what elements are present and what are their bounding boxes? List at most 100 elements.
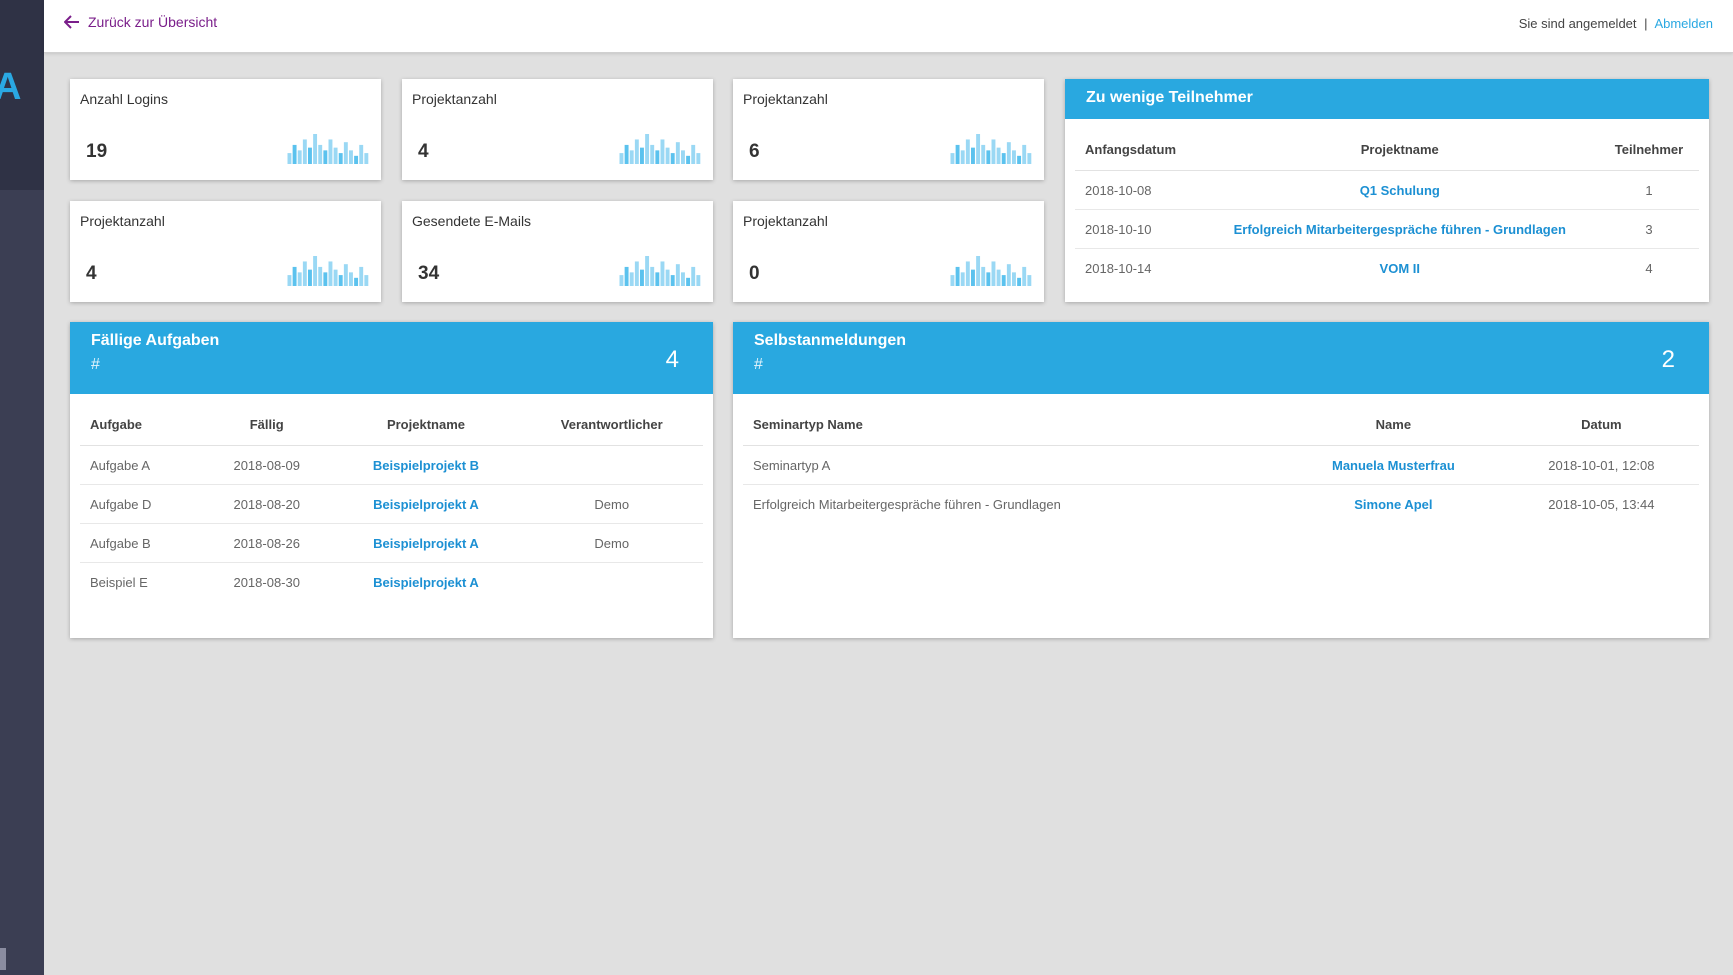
col-header-start-date[interactable]: Anfangsdatum	[1075, 128, 1201, 171]
sparkline-bar	[640, 269, 644, 286]
sparkline-bar	[675, 264, 680, 286]
sparkline-bar	[981, 144, 986, 164]
person-link[interactable]: Simone Apel	[1283, 485, 1504, 524]
sparkline-bar	[323, 272, 328, 286]
sparkline-bar	[328, 261, 333, 286]
project-link[interactable]: VOM II	[1201, 249, 1599, 288]
sparkline-bar	[1027, 153, 1032, 164]
sparkline-bar	[1022, 266, 1027, 286]
stat-card-projects-4: Projektanzahl 0	[733, 201, 1044, 302]
sparkline-bar	[287, 275, 292, 286]
table-header-row: Aufgabe Fällig Projektname Verantwortlic…	[80, 403, 703, 446]
person-link[interactable]: Manuela Musterfrau	[1283, 445, 1504, 485]
table-row: 2018-10-08 Q1 Schulung 1	[1075, 170, 1699, 210]
sparkline-icon	[619, 256, 701, 286]
start-date: 2018-10-14	[1085, 260, 1152, 276]
sparkline-bar	[338, 153, 343, 164]
col-header-project[interactable]: Projektname	[331, 403, 521, 446]
table-row: Seminartyp A Manuela Musterfrau 2018-10-…	[743, 445, 1699, 485]
sparkline-bar	[1022, 144, 1027, 164]
table-row: 2018-10-14 VOM II 4	[1075, 249, 1699, 288]
task-name: Aufgabe D	[80, 484, 202, 524]
sparkline-bar	[624, 266, 629, 286]
col-header-participants[interactable]: Teilnehmer	[1599, 128, 1699, 171]
stat-value: 0	[749, 263, 760, 284]
table-header-row: Anfangsdatum Projektname Teilnehmer	[1075, 128, 1699, 171]
sparkline-bar	[691, 266, 696, 286]
sparkline-bar	[292, 266, 297, 286]
sparkline-bar	[308, 147, 312, 164]
col-header-name[interactable]: Name	[1283, 403, 1504, 446]
stat-card-emails: Gesendete E-Mails 34	[402, 201, 713, 302]
sparkline-icon	[950, 256, 1032, 286]
sparkline-bar	[634, 261, 639, 286]
col-header-date[interactable]: Datum	[1503, 403, 1699, 446]
sparkline-bar	[986, 150, 991, 164]
col-header-task[interactable]: Aufgabe	[80, 403, 202, 446]
sparkline-bar	[1017, 277, 1022, 286]
sparkline-bar	[681, 272, 685, 286]
sparkline-bar	[986, 272, 991, 286]
task-name: Aufgabe B	[80, 523, 202, 563]
project-link[interactable]: Beispielprojekt A	[331, 484, 521, 524]
back-to-overview-link[interactable]: Zurück zur Übersicht	[64, 14, 217, 30]
table-header-row: Seminartyp Name Name Datum	[743, 403, 1699, 446]
project-link[interactable]: Beispielprojekt B	[331, 445, 521, 485]
status-separator: |	[1644, 16, 1648, 31]
table-row: 2018-10-10 Erfolgreich Mitarbeitergesprä…	[1075, 209, 1699, 249]
col-header-owner[interactable]: Verantwortlicher	[520, 403, 703, 446]
stat-card-projects-3: Projektanzahl 4	[70, 201, 381, 302]
sparkline-bar	[1017, 155, 1022, 164]
sparkline-bar	[991, 139, 996, 164]
sparkline-icon	[950, 134, 1032, 164]
sparkline-bar	[364, 153, 369, 164]
sparkline-bar	[364, 275, 369, 286]
stat-value: 6	[749, 141, 760, 162]
sparkline-bar	[354, 277, 359, 286]
stat-card-projects-2: Projektanzahl 6	[733, 79, 1044, 180]
task-count: 4	[665, 346, 679, 373]
participant-count: 4	[1645, 260, 1653, 276]
logout-link[interactable]: Abmelden	[1654, 16, 1713, 31]
stat-value: 4	[86, 263, 97, 284]
stat-label: Gesendete E-Mails	[412, 213, 532, 229]
due-tasks-panel: Fällige Aufgaben # 4 Aufgabe Fällig Proj…	[70, 322, 713, 638]
sparkline-bar	[313, 134, 318, 164]
sparkline-bar	[640, 147, 644, 164]
sparkline-bar	[338, 275, 343, 286]
sparkline-bar	[302, 261, 307, 286]
panel-header: Selbstanmeldungen # 2	[733, 322, 1709, 394]
sparkline-bar	[349, 150, 353, 164]
sparkline-bar	[686, 155, 691, 164]
app-logo[interactable]: A	[0, 68, 21, 106]
start-date: 2018-10-10	[1075, 209, 1201, 249]
sidebar-toggle-handle[interactable]	[0, 948, 6, 970]
sparkline-bar	[675, 142, 680, 164]
col-header-project-name[interactable]: Projektname	[1200, 128, 1599, 171]
col-header-due[interactable]: Fällig	[201, 403, 332, 446]
col-header-seminar-type[interactable]: Seminartyp Name	[743, 403, 1283, 446]
project-link[interactable]: Q1 Schulung	[1200, 170, 1599, 210]
stat-card-projects-1: Projektanzahl 4	[402, 79, 713, 180]
owner: Demo	[520, 523, 703, 563]
table-row: Aufgabe B 2018-08-26 Beispielprojekt A D…	[80, 523, 703, 563]
too-few-participants-panel: Zu wenige Teilnehmer Anfangsdatum Projek…	[1065, 79, 1709, 302]
registration-count: 2	[1661, 346, 1675, 373]
sparkline-bar	[624, 144, 629, 164]
sparkline-bar	[670, 275, 675, 286]
project-link[interactable]: Beispielprojekt A	[331, 563, 520, 602]
project-link[interactable]: Beispielprojekt A	[331, 523, 521, 563]
sparkline-bar	[991, 261, 996, 286]
stat-card-logins: Anzahl Logins 19	[70, 79, 381, 180]
sparkline-bar	[323, 150, 328, 164]
login-status-text: Sie sind angemeldet	[1518, 16, 1637, 31]
sparkline-bar	[634, 139, 639, 164]
table-row: Aufgabe A 2018-08-09 Beispielprojekt B	[80, 445, 703, 485]
sparkline-bar	[965, 261, 970, 286]
panel-header: Zu wenige Teilnehmer	[1065, 79, 1709, 119]
sparkline-bar	[645, 134, 650, 164]
project-link[interactable]: Erfolgreich Mitarbeitergespräche führen …	[1200, 209, 1599, 249]
sparkline-bar	[655, 150, 660, 164]
sparkline-bar	[318, 144, 323, 164]
participant-count: 3	[1599, 209, 1699, 249]
